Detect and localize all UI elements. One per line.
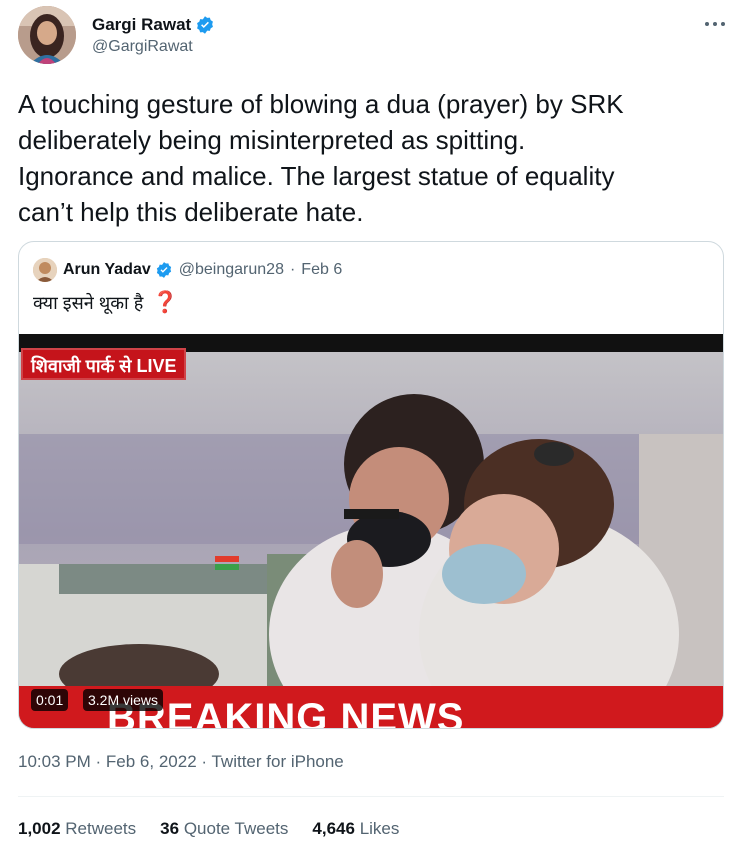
author-name[interactable]: Gargi Rawat bbox=[92, 15, 191, 35]
tweet-date[interactable]: Feb 6, 2022 bbox=[106, 752, 197, 771]
quoted-tweet-header: Arun Yadav @beingarun28 · Feb 6 bbox=[33, 258, 342, 282]
quoted-tweet[interactable]: Arun Yadav @beingarun28 · Feb 6 क्या इसन… bbox=[18, 241, 724, 729]
author-avatar[interactable] bbox=[18, 6, 76, 64]
author-info: Gargi Rawat @GargiRawat bbox=[92, 14, 215, 56]
video-view-count: 3.2M views bbox=[83, 689, 164, 711]
verified-badge-icon bbox=[197, 16, 214, 34]
live-badge: शिवाजी पार्क से LIVE bbox=[21, 348, 187, 380]
video-player[interactable]: शिवाजी पार्क से LIVE BREAKING NEWS 0:01 … bbox=[19, 334, 723, 728]
tweet-meta: 10:03 PM · Feb 6, 2022 · Twitter for iPh… bbox=[18, 752, 344, 772]
question-mark-emoji: ❓ bbox=[152, 291, 179, 314]
author-handle[interactable]: @GargiRawat bbox=[92, 38, 215, 56]
quoted-text-body: क्या इसने थूका है bbox=[33, 293, 144, 313]
quoted-author-handle: @beingarun28 bbox=[178, 261, 284, 278]
likes-label: Likes bbox=[359, 819, 400, 838]
more-options-icon[interactable] bbox=[701, 14, 729, 34]
retweets-stat[interactable]: 1,002 Retweets bbox=[18, 819, 136, 839]
divider bbox=[18, 796, 724, 797]
tweet-time[interactable]: 10:03 PM bbox=[18, 752, 91, 771]
meta-separator: · bbox=[95, 752, 102, 771]
tweet-source[interactable]: Twitter for iPhone bbox=[211, 752, 343, 771]
verified-badge-icon bbox=[156, 262, 171, 278]
quoted-separator: · bbox=[289, 261, 296, 278]
video-timer: 0:01 bbox=[31, 689, 69, 711]
video-frame bbox=[19, 334, 723, 728]
quoted-author-name: Arun Yadav bbox=[63, 261, 151, 278]
quoted-tweet-text: क्या इसने थूका है ❓ bbox=[33, 291, 178, 315]
meta-separator: · bbox=[201, 752, 208, 771]
retweets-label: Retweets bbox=[65, 819, 137, 838]
quoted-author-avatar bbox=[33, 258, 57, 282]
retweets-count: 1,002 bbox=[18, 819, 61, 838]
quote-tweets-label: Quote Tweets bbox=[183, 819, 289, 838]
quoted-date: Feb 6 bbox=[301, 261, 343, 278]
tweet-stats: 1,002 Retweets 36 Quote Tweets 4,646 Lik… bbox=[18, 819, 399, 839]
tweet-text: A touching gesture of blowing a dua (pra… bbox=[18, 89, 624, 227]
likes-stat[interactable]: 4,646 Likes bbox=[312, 819, 399, 839]
likes-count: 4,646 bbox=[312, 819, 355, 838]
quote-tweets-stat[interactable]: 36 Quote Tweets bbox=[160, 819, 288, 839]
tweet-header: Gargi Rawat @GargiRawat bbox=[18, 6, 733, 68]
quote-tweets-count: 36 bbox=[160, 819, 180, 838]
